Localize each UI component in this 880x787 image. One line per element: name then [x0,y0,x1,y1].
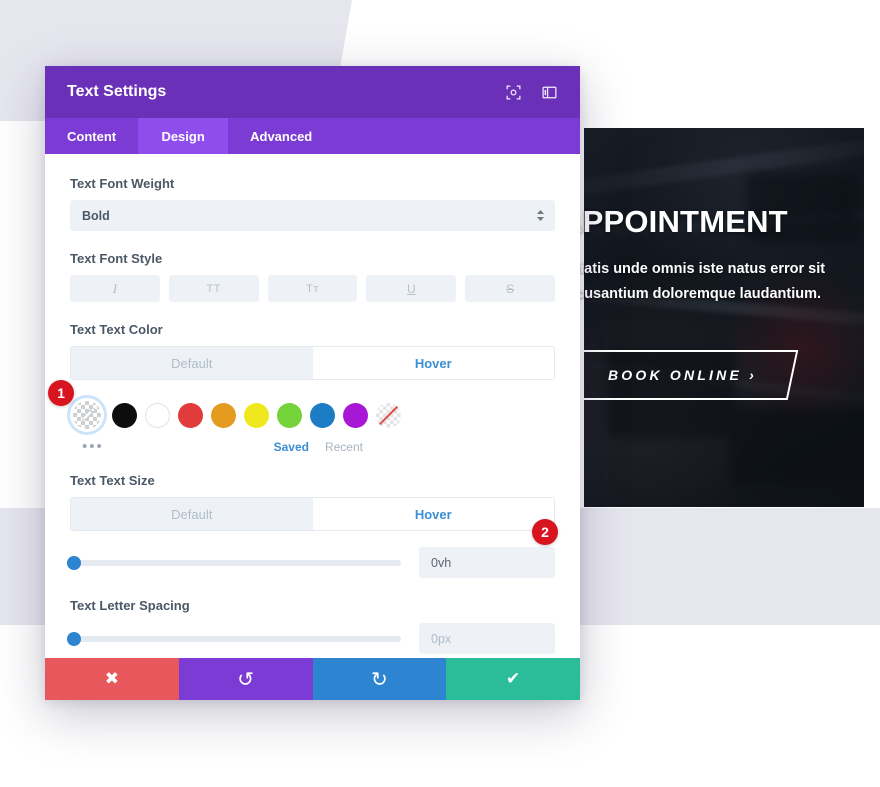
save-button[interactable]: ✔ [446,658,580,700]
page-root: APPOINTMENT ɔiciatis unde omnis iste nat… [0,0,880,787]
text-color-label: Text Text Color [70,322,163,337]
swatch-meta-row: ••• Saved Recent [70,439,555,455]
cancel-button[interactable]: ✖ [45,658,179,700]
callout-badge-2: 2 [532,519,558,545]
color-picker[interactable] [70,398,104,432]
uppercase-glyph: TT [206,282,221,295]
underline-glyph: U [406,281,416,296]
swatch-black[interactable] [112,402,137,428]
tab-design[interactable]: Design [138,118,229,154]
tab-content[interactable]: Content [45,118,138,154]
text-settings-modal: Text Settings Content Design Advanced Te… [45,66,580,700]
swatch-yellow[interactable] [244,402,269,428]
strikethrough-icon[interactable]: S [465,275,555,302]
text-size-input[interactable]: 0vh [419,547,555,578]
saved-colors-link[interactable]: Saved [274,440,309,454]
swatch-red[interactable] [178,402,203,428]
swatch-white[interactable] [145,402,170,428]
book-online-button[interactable]: BOOK ONLINE › [570,350,799,400]
text-color-default-tab[interactable]: Default [71,347,313,379]
swatch-orange[interactable] [211,402,236,428]
hero-photo [584,128,864,507]
swatch-blue[interactable] [310,402,335,428]
check-icon: ✔ [506,669,521,688]
letter-spacing-slider-row: 0px [67,623,555,654]
callout-badge-1: 1 [48,380,74,406]
field-text-size: Text Text Size Default Hover 0vh [67,473,555,578]
modal-title: Text Settings [67,83,167,100]
text-size-hover-tab[interactable]: Hover [312,498,554,530]
uppercase-icon[interactable]: TT [168,275,259,302]
redo-button[interactable]: ↻ [312,658,447,700]
undo-icon: ↺ [237,668,254,691]
font-style-button-row: I TT Tᴛ U S [70,275,555,302]
field-text-color: Text Text Color Default Hover [70,322,555,380]
recent-colors-link[interactable]: Recent [325,440,363,454]
hero-text-block: APPOINTMENT ɔiciatis unde omnis iste nat… [560,204,870,400]
color-swatch-block: ••• Saved Recent [70,398,555,455]
text-size-default-tab[interactable]: Default [71,498,313,530]
text-size-slider-row: 0vh [67,547,555,578]
text-size-state-toggle: Default Hover [70,497,555,531]
italic-glyph: I [112,280,118,296]
modal-tab-bar: Content Design Advanced [45,118,580,154]
text-size-slider-thumb[interactable] [67,555,81,570]
hero-body-line-1: ɔiciatis unde omnis iste natus error sit [560,261,826,278]
text-size-label: Text Text Size [70,473,155,488]
swatch-none[interactable] [376,402,401,428]
font-weight-select[interactable]: Bold [70,200,555,231]
tab-advanced[interactable]: Advanced [228,118,334,154]
smallcaps-glyph: Tᴛ [306,282,319,295]
more-colors-icon[interactable]: ••• [82,439,104,454]
field-letter-spacing: Text Letter Spacing 0px [67,598,555,654]
modal-body: Text Font Weight Bold Text Font Style I … [45,154,580,658]
letter-spacing-placeholder: 0px [431,631,452,646]
hero-body-line-2: accusantium doloremque laudantium. [560,286,822,303]
letter-spacing-label: Text Letter Spacing [70,598,190,613]
swatch-green[interactable] [277,402,302,428]
text-color-hover-tab[interactable]: Hover [312,347,554,379]
layout-panel-icon[interactable] [536,79,562,105]
redo-icon: ↻ [370,668,388,691]
swatch-meta-links: Saved Recent [274,440,555,454]
swatch-purple[interactable] [343,402,368,428]
smallcaps-icon[interactable]: Tᴛ [267,275,358,302]
letter-spacing-slider[interactable] [67,631,401,646]
strikethrough-glyph: S [506,281,515,296]
focus-target-icon[interactable] [500,79,526,105]
text-size-slider[interactable] [67,555,401,570]
letter-spacing-input[interactable]: 0px [419,623,555,654]
font-weight-value: Bold [82,208,110,223]
undo-button[interactable]: ↺ [178,658,313,700]
book-online-label: BOOK ONLINE › [608,367,757,383]
text-size-value: 0vh [431,555,452,570]
field-font-style: Text Font Style I TT Tᴛ U S [70,251,555,302]
font-style-label: Text Font Style [70,251,163,266]
hero-title: APPOINTMENT [560,204,788,239]
underline-icon[interactable]: U [366,275,457,302]
modal-footer: ✖ ↺ ↻ ✔ [45,658,580,700]
chevron-updown-icon [537,210,544,221]
letter-spacing-slider-thumb[interactable] [67,631,81,646]
field-font-weight: Text Font Weight Bold [70,176,555,231]
text-color-state-toggle: Default Hover [70,346,555,380]
close-icon: ✖ [104,669,119,688]
color-swatch-row [70,398,555,432]
modal-titlebar: Text Settings [45,66,580,118]
italic-icon[interactable]: I [70,275,160,302]
font-weight-label: Text Font Weight [70,176,175,191]
